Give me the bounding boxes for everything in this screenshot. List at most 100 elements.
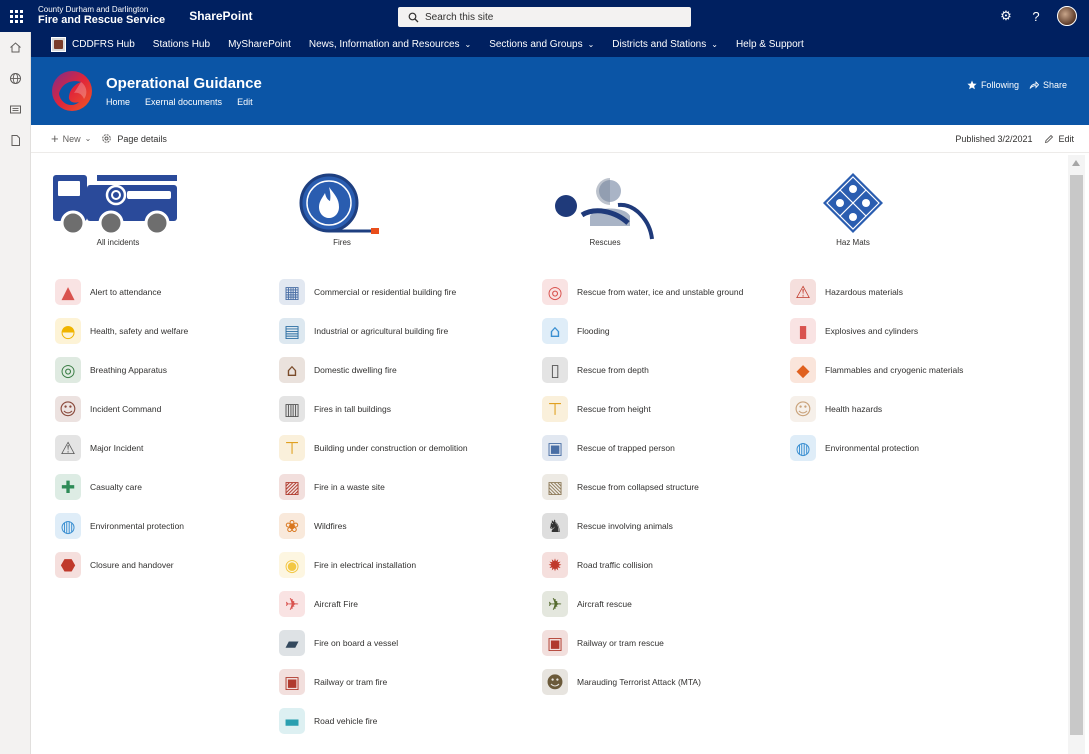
guidance-link[interactable]: ▦ Commercial or residential building fire — [277, 275, 456, 309]
lifebuoy-icon: ◎ — [540, 277, 570, 307]
guidance-link[interactable]: ◓ Health, safety and welfare — [53, 314, 188, 348]
team-icon: ☺ — [53, 394, 83, 424]
guidance-link[interactable]: ▯ Rescue from depth — [540, 353, 649, 387]
heading-tile[interactable]: Fires — [277, 165, 407, 255]
trapped-person-icon: ▣ — [540, 433, 570, 463]
organization-name[interactable]: County Durham and Darlington Fire and Re… — [38, 6, 165, 26]
face-mask-icon: ☺ — [788, 394, 818, 424]
page-details-label: Page details — [117, 133, 167, 144]
site-nav-link[interactable]: Edit — [237, 97, 253, 107]
share-label: Share — [1042, 80, 1067, 90]
guidance-link[interactable]: ✈ Aircraft rescue — [540, 587, 632, 621]
hub-nav-label: News, Information and Resources — [308, 39, 460, 50]
guidance-link[interactable]: ◍ Environmental protection — [788, 431, 919, 465]
edit-page-button[interactable]: Edit — [1044, 134, 1074, 144]
collapsed-building-icon: ▧ — [540, 472, 570, 502]
guidance-link[interactable]: ⌂ Domestic dwelling fire — [277, 353, 397, 387]
guidance-link[interactable]: ⚠ Major Incident — [53, 431, 143, 465]
site-nav-link[interactable]: Home — [106, 97, 130, 107]
home-icon[interactable] — [0, 32, 31, 63]
share-button[interactable]: Share — [1029, 80, 1067, 90]
guidance-link[interactable]: ▣ Rescue of trapped person — [540, 431, 675, 465]
guidance-link-label: Fire in electrical installation — [314, 560, 417, 570]
hub-nav-item[interactable]: Help & Support — [736, 39, 804, 50]
scrollbar-thumb[interactable] — [1070, 175, 1083, 735]
guidance-link[interactable]: ✹ Road traffic collision — [540, 548, 653, 582]
guidance-link[interactable]: ▬ Road vehicle fire — [277, 704, 377, 738]
app-name[interactable]: SharePoint — [189, 9, 252, 23]
guidance-link[interactable]: ▨ Fire in a waste site — [277, 470, 385, 504]
user-avatar[interactable] — [1057, 6, 1077, 26]
guidance-link[interactable]: ▤ Industrial or agricultural building fir… — [277, 314, 448, 348]
settings-gear-icon[interactable]: ⚙ — [991, 0, 1021, 32]
svg-text:⚠: ⚠ — [795, 283, 810, 303]
guidance-link[interactable]: ❀ Wildfires — [277, 509, 347, 543]
hub-navigation: CDDFRS Hub Stations Hub MySharePoint News, … — [31, 32, 1089, 57]
guidance-link[interactable]: ✈ Aircraft Fire — [277, 587, 358, 621]
svg-text:▯: ▯ — [550, 361, 559, 381]
new-button[interactable]: + New ⌄ — [51, 131, 91, 146]
guidance-link[interactable]: ◆ Flammables and cryogenic materials — [788, 353, 963, 387]
hub-nav-label: Districts and Stations — [612, 39, 707, 50]
news-icon[interactable] — [0, 94, 31, 125]
hub-nav-item[interactable]: News, Information and Resources ⌄ — [309, 39, 471, 50]
guidance-link[interactable]: ◉ Fire in electrical installation — [277, 548, 416, 582]
app-launcher-icon[interactable] — [0, 0, 32, 32]
guidance-link-label: Explosives and cylinders — [825, 326, 919, 336]
guidance-link[interactable]: ☺ Health hazards — [788, 392, 882, 426]
guidance-link[interactable]: ☺ Incident Command — [53, 392, 161, 426]
guidance-link[interactable]: ⚠ Hazardous materials — [788, 275, 903, 309]
guidance-link[interactable]: ▰ Fire on board a vessel — [277, 626, 398, 660]
guidance-link[interactable]: ▲ Alert to attendance — [53, 275, 161, 309]
svg-text:◓: ◓ — [61, 322, 76, 342]
guidance-link[interactable]: ◎ Breathing Apparatus — [53, 353, 167, 387]
search-input[interactable]: Search this site — [398, 7, 691, 27]
hub-nav-item[interactable]: Districts and Stations ⌄ — [612, 39, 718, 50]
heading-tile[interactable]: Haz Mats — [788, 165, 918, 255]
guidance-link[interactable]: ◍ Environmental protection — [53, 509, 184, 543]
site-logo-icon[interactable] — [51, 70, 93, 112]
help-icon[interactable]: ? — [1021, 0, 1051, 32]
guidance-link[interactable]: ◎ Rescue from water, ice and unstable gro… — [540, 275, 743, 309]
svg-text:☺: ☺ — [59, 400, 77, 420]
guidance-link[interactable]: ⌂ Flooding — [540, 314, 610, 348]
chevron-down-icon: ⌄ — [84, 134, 92, 143]
org-name-line1: County Durham and Darlington — [38, 5, 149, 14]
page-details-button[interactable]: Page details — [101, 133, 167, 144]
guidance-link[interactable]: ▣ Railway or tram fire — [277, 665, 387, 699]
hub-nav-item[interactable]: Stations Hub — [153, 39, 210, 50]
hub-nav-item[interactable]: MySharePoint — [228, 39, 291, 50]
hub-logo-icon[interactable] — [51, 37, 66, 52]
hub-nav-item[interactable]: Sections and Groups ⌄ — [489, 39, 594, 50]
guidance-link[interactable]: ▧ Rescue from collapsed structure — [540, 470, 699, 504]
site-nav-link[interactable]: Exernal documents — [145, 97, 222, 107]
hub-nav-item[interactable]: CDDFRS Hub — [72, 39, 135, 50]
guidance-link[interactable]: ⊤ Rescue from height — [540, 392, 651, 426]
guidance-link[interactable]: ▣ Railway or tram rescue — [540, 626, 664, 660]
svg-text:◉: ◉ — [285, 556, 300, 576]
vertical-scrollbar[interactable] — [1068, 155, 1085, 754]
svg-text:◍: ◍ — [796, 439, 811, 459]
guidance-link[interactable]: ▮ Explosives and cylinders — [788, 314, 918, 348]
edit-label: Edit — [1058, 134, 1074, 144]
guidance-link[interactable]: ✚ Casualty care — [53, 470, 142, 504]
guidance-link[interactable]: ⬣ Closure and handover — [53, 548, 174, 582]
guidance-link[interactable]: ▥ Fires in tall buildings — [277, 392, 391, 426]
hazard-diamond-icon — [823, 173, 883, 233]
fire-engine-icon — [53, 175, 177, 236]
guidance-link-label: Incident Command — [90, 404, 162, 414]
following-button[interactable]: Following — [967, 80, 1019, 90]
hub-nav-label: Help & Support — [735, 39, 804, 50]
heading-tile[interactable]: All incidents — [53, 165, 183, 255]
heading-tile[interactable]: Rescues — [540, 165, 670, 255]
svg-text:◍: ◍ — [61, 517, 76, 537]
guidance-link[interactable]: ⊤ Building under construction or demoliti… — [277, 431, 468, 465]
globe-icon[interactable] — [0, 63, 31, 94]
document-icon[interactable] — [0, 125, 31, 156]
scroll-up-arrow-icon[interactable] — [1072, 160, 1080, 166]
svg-text:⬣: ⬣ — [61, 556, 76, 576]
guidance-link[interactable]: ♞ Rescue involving animals — [540, 509, 673, 543]
site-title[interactable]: Operational Guidance — [106, 75, 262, 92]
guidance-link[interactable]: ☻ Marauding Terrorist Attack (MTA) — [540, 665, 701, 699]
column-rescues: Rescues ◎ Rescue from water, ice and unst… — [540, 165, 743, 695]
